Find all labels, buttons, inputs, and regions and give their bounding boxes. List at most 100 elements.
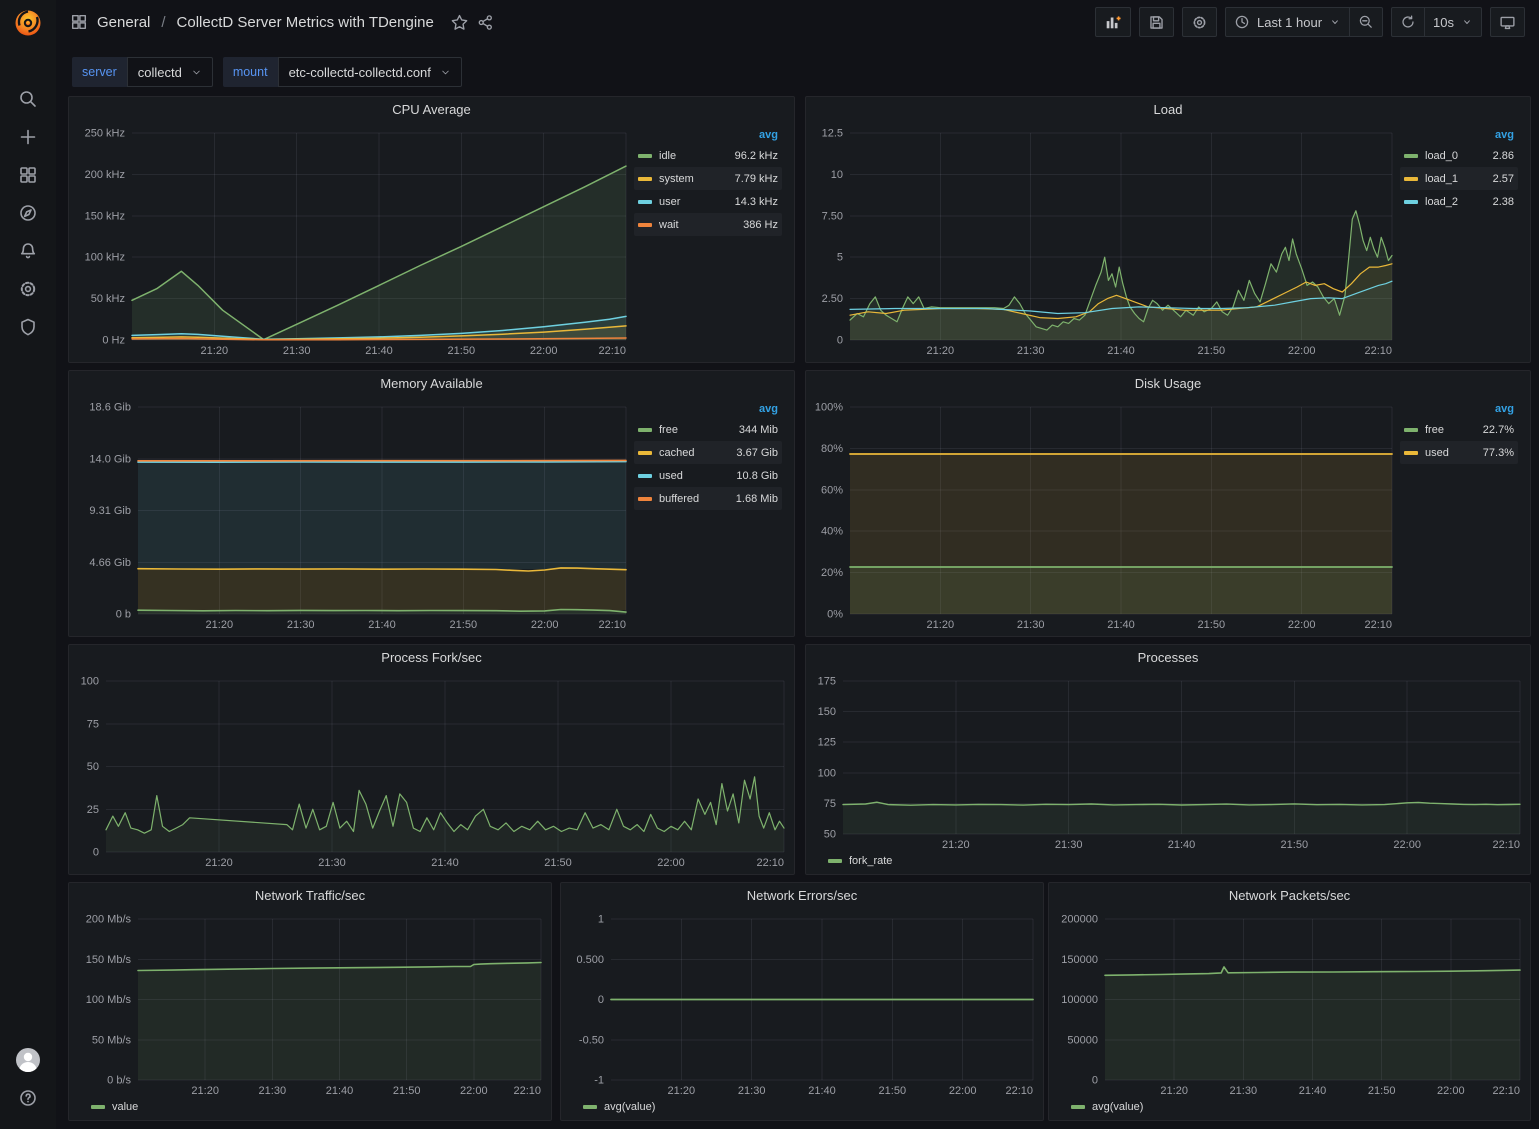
svg-text:25: 25 [87,804,99,816]
user-avatar[interactable] [8,1041,48,1079]
svg-text:21:30: 21:30 [1017,619,1045,631]
chart-canvas[interactable]: 507510012515017521:2021:3021:4021:5022:0… [810,671,1526,854]
svg-text:21:50: 21:50 [1198,619,1226,631]
series-color-swatch [638,497,652,501]
svg-text:21:30: 21:30 [1230,1085,1258,1097]
svg-text:125: 125 [818,737,836,749]
svg-text:21:30: 21:30 [738,1085,766,1097]
legend-item[interactable]: load_22.38 [1400,190,1518,213]
panel-title[interactable]: Network Traffic/sec [69,883,551,909]
chart-canvas[interactable]: 025507510021:2021:3021:4021:5022:0022:10 [73,671,790,872]
svg-text:21:30: 21:30 [1055,839,1083,851]
svg-text:21:50: 21:50 [1281,839,1309,851]
svg-text:21:20: 21:20 [191,1085,219,1097]
panel-title[interactable]: Process Fork/sec [69,645,794,671]
series-color-swatch [638,200,652,204]
legend: avgfree22.7%used77.3% [1398,397,1526,634]
grafana-logo[interactable] [11,6,45,40]
svg-text:4.66 Gib: 4.66 Gib [89,557,131,569]
legend-item[interactable]: used10.8 Gib [634,464,782,487]
zoom-out-button[interactable] [1350,7,1383,37]
legend-item[interactable]: idle96.2 kHz [634,144,782,167]
series-color-swatch [1404,428,1418,432]
variable-mount-select[interactable]: etc-collectd-collectd.conf [278,57,462,87]
panel-title[interactable]: Disk Usage [806,371,1530,397]
sidebar-server-admin-icon[interactable] [8,308,48,346]
series-color-swatch [1404,200,1418,204]
sidebar-help-icon[interactable] [8,1079,48,1117]
chart-canvas[interactable]: 0%20%40%60%80%100%21:2021:3021:4021:5022… [810,397,1398,634]
add-panel-button[interactable] [1095,7,1131,37]
legend-item[interactable]: used77.3% [1400,441,1518,464]
panel-title[interactable]: Network Errors/sec [561,883,1043,909]
legend-item[interactable]: load_02.86 [1400,144,1518,167]
chart-canvas[interactable]: 0 b4.66 Gib9.31 Gib14.0 Gib18.6 Gib21:20… [73,397,632,634]
legend-item[interactable]: free22.7% [1400,418,1518,441]
variable-mount: mount etc-collectd-collectd.conf [223,57,462,87]
sidebar-configuration-icon[interactable] [8,270,48,308]
panel-title[interactable]: Memory Available [69,371,794,397]
panel-title[interactable]: Processes [806,645,1530,671]
sidebar-alerting-icon[interactable] [8,232,48,270]
chart-canvas[interactable]: 0 b/s50 Mb/s100 Mb/s150 Mb/s200 Mb/s21:2… [73,909,547,1100]
svg-text:21:20: 21:20 [927,345,955,357]
svg-text:5: 5 [837,252,843,264]
svg-text:21:50: 21:50 [879,1085,907,1097]
legend-item[interactable]: system7.79 kHz [634,167,782,190]
breadcrumb-folder[interactable]: General [97,14,150,31]
legend-item[interactable]: value [91,1101,138,1113]
legend-item[interactable]: user14.3 kHz [634,190,782,213]
svg-text:-1: -1 [594,1075,604,1087]
chart-canvas[interactable]: 02.5057.501012.521:2021:3021:4021:5022:0… [810,123,1398,360]
svg-text:21:40: 21:40 [1299,1085,1327,1097]
sidebar-create-icon[interactable] [8,118,48,156]
sidebar-dashboards-icon[interactable] [8,156,48,194]
chart-canvas[interactable]: 0 Hz50 kHz100 kHz150 kHz200 kHz250 kHz21… [73,123,632,360]
save-dashboard-button[interactable] [1139,7,1174,37]
legend-item[interactable]: avg(value) [1071,1101,1143,1113]
svg-text:22:10: 22:10 [1492,839,1520,851]
svg-text:22:10: 22:10 [1005,1085,1033,1097]
dashboard-settings-button[interactable] [1182,7,1217,37]
panel-title[interactable]: Network Packets/sec [1049,883,1530,909]
panel-memory-available: Memory Available 0 b4.66 Gib9.31 Gib14.0… [68,370,795,637]
svg-text:21:40: 21:40 [1107,345,1135,357]
sidebar-search-icon[interactable] [8,80,48,118]
svg-text:21:40: 21:40 [368,619,396,631]
refresh-interval-dropdown[interactable]: 10s [1425,7,1482,37]
series-color-swatch [828,859,842,863]
star-icon[interactable] [451,14,468,31]
sidebar-explore-icon[interactable] [8,194,48,232]
svg-text:175: 175 [818,676,836,688]
legend-item[interactable]: load_12.57 [1400,167,1518,190]
svg-text:0%: 0% [827,609,843,621]
panel-title[interactable]: CPU Average [69,97,794,123]
legend: avgfree344 Mibcached3.67 Gibused10.8 Gib… [632,397,790,634]
svg-text:150000: 150000 [1061,954,1098,966]
svg-text:50: 50 [87,761,99,773]
refresh-button[interactable] [1391,7,1425,37]
svg-text:21:50: 21:50 [544,857,572,869]
chart-canvas[interactable]: -1-0.5000.500121:2021:3021:4021:5022:002… [565,909,1039,1100]
variable-server-select[interactable]: collectd [127,57,213,87]
svg-text:22:10: 22:10 [1364,345,1392,357]
share-icon[interactable] [477,14,494,31]
svg-text:50 kHz: 50 kHz [91,293,125,305]
time-range-picker[interactable]: Last 1 hour [1225,7,1350,37]
panel-title[interactable]: Load [806,97,1530,123]
svg-text:22:00: 22:00 [949,1085,977,1097]
legend-item[interactable]: free344 Mib [634,418,782,441]
legend-item[interactable]: wait386 Hz [634,213,782,236]
legend-item[interactable]: cached3.67 Gib [634,441,782,464]
legend-item[interactable]: fork_rate [828,855,892,867]
series-color-swatch [638,428,652,432]
legend-item[interactable]: buffered1.68 Mib [634,487,782,510]
dashboard-title[interactable]: CollectD Server Metrics with TDengine [177,14,434,31]
svg-text:21:30: 21:30 [259,1085,287,1097]
legend-item[interactable]: avg(value) [583,1101,655,1113]
svg-text:21:50: 21:50 [1368,1085,1396,1097]
chart-canvas[interactable]: 05000010000015000020000021:2021:3021:402… [1053,909,1526,1100]
svg-text:150 kHz: 150 kHz [85,210,125,222]
kiosk-mode-button[interactable] [1490,7,1525,37]
svg-text:21:30: 21:30 [1017,345,1045,357]
